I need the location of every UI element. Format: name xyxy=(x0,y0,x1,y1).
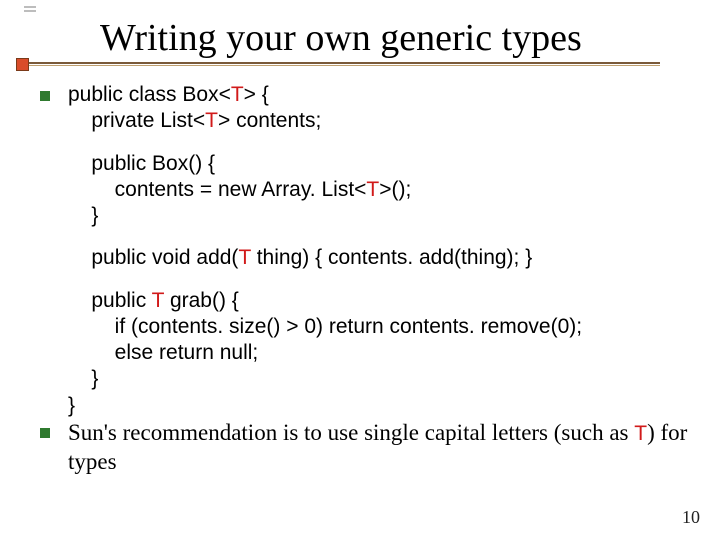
code-text: if (contents. size() > 0) return content… xyxy=(68,314,690,340)
code-block: public class Box<T> { private List<T> co… xyxy=(68,82,690,135)
type-param: T xyxy=(231,83,244,106)
code-text: } xyxy=(68,203,690,229)
code-text: > contents; xyxy=(218,109,321,132)
title-underline-shadow xyxy=(20,65,660,66)
slide-title: Writing your own generic types xyxy=(100,16,582,60)
slide-body: public class Box<T> { private List<T> co… xyxy=(40,82,690,476)
code-section: public void add(T thing) { contents. add… xyxy=(40,245,690,271)
bullet-item-code: public class Box<T> { private List<T> co… xyxy=(40,82,690,135)
code-section: public T grab() { if (contents. size() >… xyxy=(40,288,690,419)
code-text: private List< xyxy=(68,109,205,132)
code-text: public xyxy=(68,289,152,312)
code-text: >(); xyxy=(379,178,411,201)
code-text: contents = new Array. List< xyxy=(68,178,366,201)
title-underline xyxy=(20,62,660,64)
code-text: > { xyxy=(244,83,269,106)
note-text: Sun's recommendation is to use single ca… xyxy=(68,420,634,445)
code-text: thing) { contents. add(thing); } xyxy=(251,246,532,269)
code-text: grab() { xyxy=(164,289,239,312)
type-param: T xyxy=(634,422,647,445)
bullet-icon xyxy=(40,91,50,101)
slide: Writing your own generic types public cl… xyxy=(0,0,720,540)
decorative-tick xyxy=(24,6,36,8)
decorative-tick xyxy=(24,10,36,12)
code-text: public Box() { xyxy=(68,151,690,177)
type-param: T xyxy=(238,246,250,269)
code-text: else return null; xyxy=(68,340,690,366)
title-accent-box xyxy=(16,58,29,71)
page-number: 10 xyxy=(682,507,700,528)
type-param: T xyxy=(205,109,218,132)
code-text: } xyxy=(68,393,690,419)
code-text: public class Box< xyxy=(68,83,231,106)
type-param: T xyxy=(366,178,379,201)
code-text: public void add( xyxy=(68,246,238,269)
bullet-icon xyxy=(40,428,50,438)
type-param: T xyxy=(152,289,164,312)
bullet-item-note: Sun's recommendation is to use single ca… xyxy=(40,419,690,477)
code-text: } xyxy=(68,366,690,392)
code-section: public Box() { contents = new Array. Lis… xyxy=(40,151,690,230)
